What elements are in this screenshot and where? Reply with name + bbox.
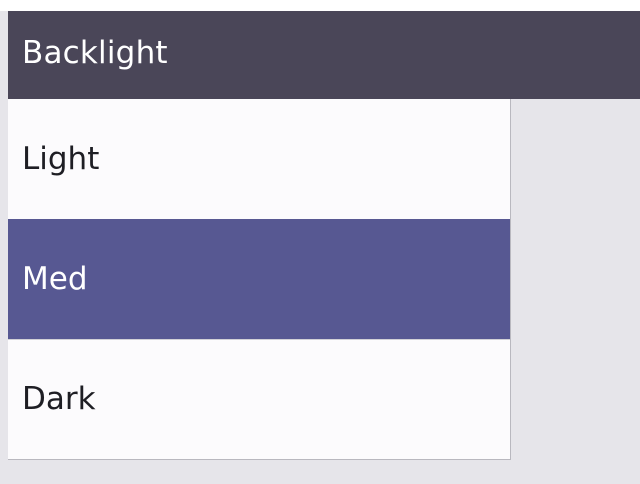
option-dark[interactable]: Dark [8, 339, 510, 459]
top-band [0, 0, 640, 11]
option-med-label: Med [22, 261, 88, 297]
option-med[interactable]: Med [8, 219, 510, 339]
backlight-screen: Backlight Light Med Dark [0, 0, 640, 484]
option-light[interactable]: Light [8, 99, 510, 219]
option-light-label: Light [22, 141, 100, 177]
option-dark-label: Dark [22, 381, 96, 417]
backlight-options-list: Light Med Dark [8, 99, 511, 460]
header-bar: Backlight [8, 11, 640, 99]
page-title: Backlight [22, 35, 168, 71]
